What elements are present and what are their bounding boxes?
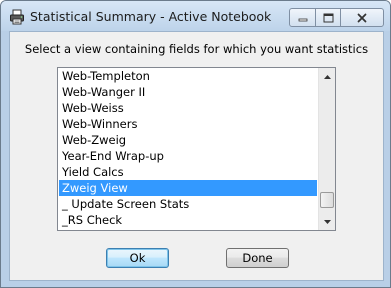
scroll-up-button[interactable] <box>319 68 335 85</box>
instruction-label: Select a view containing fields for whic… <box>24 42 369 56</box>
title-bar[interactable]: Statistical Summary - Active Notebook <box>1 1 390 31</box>
scroll-down-arrow-icon <box>323 219 331 224</box>
list-item[interactable]: _ Update Screen Stats <box>59 196 317 212</box>
list-item[interactable]: Yield Calcs <box>59 164 317 180</box>
dialog-body: Select a view containing fields for whic… <box>9 31 384 281</box>
list-item[interactable]: Web-Wanger II <box>59 84 317 100</box>
list-item[interactable]: Web-Winners <box>59 116 317 132</box>
dialog-window: Statistical Summary - Active Notebook Se… <box>0 0 391 288</box>
list-item[interactable]: Web-Templeton <box>59 68 317 84</box>
view-listbox[interactable]: Web-Templeton Web-Wanger II Web-Weiss We… <box>57 67 336 231</box>
ok-button[interactable]: Ok <box>106 248 169 268</box>
minimize-icon <box>298 18 307 21</box>
list-item[interactable]: Web-Zweig <box>59 132 317 148</box>
vertical-scrollbar[interactable] <box>318 68 335 230</box>
caption-buttons <box>289 8 384 27</box>
close-button[interactable] <box>340 8 384 27</box>
list-items: Web-Templeton Web-Wanger II Web-Weiss We… <box>59 68 317 228</box>
list-item[interactable]: Web-Weiss <box>59 100 317 116</box>
close-icon <box>357 13 367 22</box>
maximize-icon <box>323 13 333 22</box>
window-title: Statistical Summary - Active Notebook <box>30 9 272 24</box>
list-item[interactable]: Year-End Wrap-up <box>59 148 317 164</box>
scroll-up-arrow-icon <box>323 74 331 79</box>
done-button[interactable]: Done <box>226 248 289 268</box>
scroll-down-button[interactable] <box>319 213 335 230</box>
maximize-button[interactable] <box>315 8 341 27</box>
list-item[interactable]: _RS Check <box>59 212 317 228</box>
printer-icon[interactable] <box>9 9 25 25</box>
minimize-button[interactable] <box>289 8 316 27</box>
scroll-thumb[interactable] <box>320 192 334 208</box>
list-item-selected[interactable]: Zweig View <box>59 180 317 196</box>
